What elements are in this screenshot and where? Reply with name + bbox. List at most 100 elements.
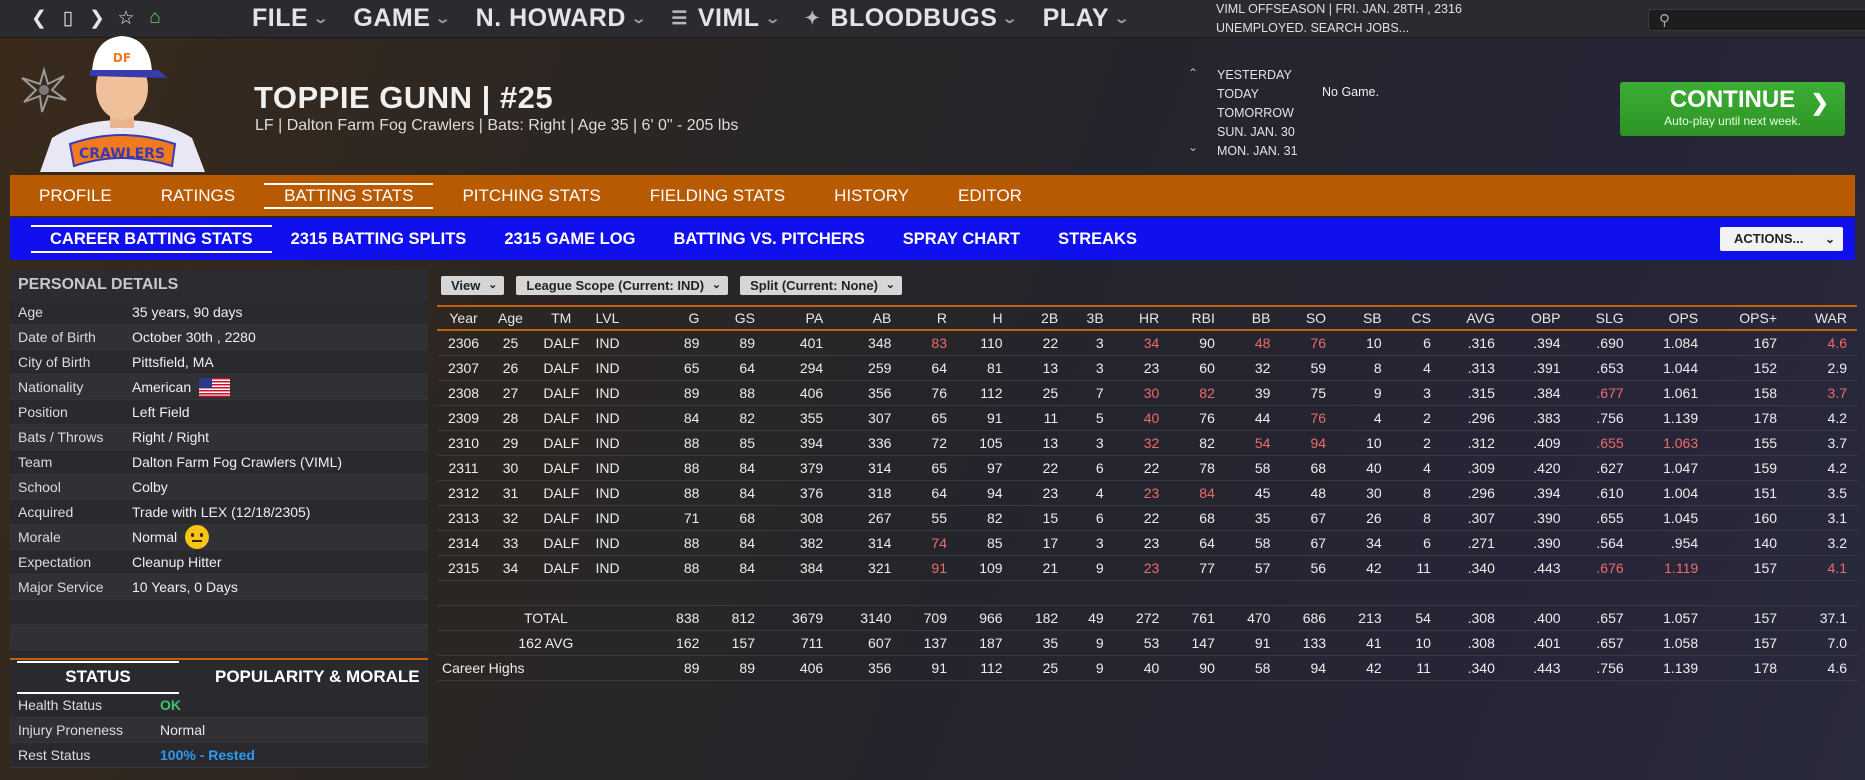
chevron-down-icon[interactable]: ⌄ (1188, 140, 1198, 154)
column-header[interactable]: OBP (1504, 305, 1571, 331)
table-row[interactable]: 2308 27 DALF IND 89 88 406 356 76 112 25 7 30 82 39 75 9… (437, 380, 1857, 406)
table-row[interactable]: 2314 33 DALF IND 88 84 382 314 74 85 17 3 23 64 58 67 34… (437, 530, 1857, 556)
table-cell: 22 (1113, 455, 1170, 481)
column-header[interactable]: SLG (1570, 305, 1634, 331)
tab-batting-stats[interactable]: BATTING STATS (264, 175, 434, 216)
column-header[interactable]: GS (709, 305, 765, 331)
column-header[interactable]: R (901, 305, 957, 331)
column-header[interactable]: BB (1224, 305, 1281, 331)
tab-status[interactable]: STATUS (17, 660, 179, 694)
table-cell: 40 (1113, 655, 1170, 681)
table-row[interactable]: 2309 28 DALF IND 84 82 355 307 65 91 11 5 40 76 44 76 4 2… (437, 405, 1857, 431)
column-header[interactable]: AB (833, 305, 902, 331)
tab-editor[interactable]: EDITOR (938, 175, 1042, 216)
column-header[interactable]: AVG (1440, 305, 1505, 331)
table-cell: 157 (1708, 630, 1788, 656)
actions-dropdown[interactable]: ACTIONS... ⌄ (1720, 227, 1843, 251)
column-header[interactable]: Year (437, 305, 490, 331)
tab-profile[interactable]: PROFILE (19, 175, 132, 216)
column-header[interactable]: 3B (1068, 305, 1114, 331)
table-cell: IND (590, 480, 654, 506)
tab-batting-splits[interactable]: 2315 BATTING SPLITS (272, 218, 486, 260)
totals-label: Career Highs (437, 655, 654, 681)
column-header[interactable]: OPS+ (1708, 305, 1788, 331)
table-row[interactable]: 2315 34 DALF IND 88 84 384 321 91 109 21 9 23 77 57 56 4… (437, 555, 1857, 581)
tab-career-batting-stats[interactable]: CAREER BATTING STATS (31, 218, 272, 260)
column-header[interactable]: WAR (1787, 305, 1857, 331)
column-header[interactable]: RBI (1169, 305, 1225, 331)
table-cell: .312 (1440, 430, 1505, 456)
tab-spray-chart[interactable]: SPRAY CHART (884, 218, 1039, 260)
menu-play[interactable]: PLAY ⌄ (1043, 4, 1130, 33)
column-header[interactable]: 2B (1012, 305, 1069, 331)
viml-logo-icon: ☰ (671, 8, 688, 28)
table-row[interactable]: 2312 31 DALF IND 88 84 376 318 64 94 23 4 23 84 45 48 30… (437, 480, 1857, 506)
detail-label: Expectation (18, 554, 92, 570)
column-header[interactable]: H (956, 305, 1013, 331)
tab-fielding-stats[interactable]: FIELDING STATS (630, 175, 805, 216)
schedule-day[interactable]: TODAY (1217, 85, 1298, 104)
table-cell: .653 (1570, 355, 1634, 381)
table-cell: .401 (1504, 630, 1571, 656)
schedule-day[interactable]: YESTERDAY (1217, 66, 1298, 85)
table-cell: 314 (833, 530, 902, 556)
column-header[interactable]: HR (1113, 305, 1170, 331)
tab-batting-vs-pitchers[interactable]: BATTING VS. PITCHERS (654, 218, 883, 260)
table-row[interactable]: 2311 30 DALF IND 88 84 379 314 65 97 22 6 22 78 58 68 40… (437, 455, 1857, 481)
column-header[interactable]: TM (530, 305, 591, 331)
table-row[interactable]: 2307 26 DALF IND 65 64 294 259 64 81 13 3 23 60 32 59 8 4… (437, 355, 1857, 381)
table-cell: 68 (1169, 505, 1225, 531)
column-header[interactable]: LVL (590, 305, 654, 331)
tab-game-log[interactable]: 2315 GAME LOG (485, 218, 654, 260)
table-cell: DALF (530, 505, 591, 531)
table-cell: 91 (901, 655, 957, 681)
table-cell: 91 (1224, 630, 1281, 656)
table-row[interactable]: 2306 25 DALF IND 89 89 401 348 83 110 22 3 34 90 48 76 1… (437, 330, 1857, 356)
chevron-up-icon[interactable]: ⌃ (1188, 66, 1198, 80)
table-cell: 78 (1169, 455, 1225, 481)
column-header[interactable]: SB (1336, 305, 1392, 331)
schedule-day[interactable]: TOMORROW (1217, 104, 1298, 123)
search-box[interactable]: ⚲ (1648, 9, 1865, 31)
empty-cell (1708, 580, 1788, 606)
empty-cell (709, 580, 765, 606)
detail-row-position: Position Left Field (10, 400, 428, 425)
column-header[interactable]: OPS (1633, 305, 1709, 331)
menu-manager[interactable]: N. HOWARD ⌄ (476, 4, 647, 33)
menu-game[interactable]: GAME ⌄ (353, 4, 451, 33)
league-scope-dropdown[interactable]: League Scope (Current: IND) ⌄ (516, 276, 729, 295)
table-cell: .627 (1570, 455, 1634, 481)
detail-row-acquired: Acquired Trade with LEX (12/18/2305) (10, 500, 428, 525)
column-header[interactable]: Age (489, 305, 531, 331)
table-cell: .657 (1570, 630, 1634, 656)
table-cell: 3.5 (1787, 480, 1857, 506)
job-status-link[interactable]: UNEMPLOYED. SEARCH JOBS... (1216, 19, 1462, 38)
menu-league[interactable]: ☰ VIML ⌄ (671, 4, 780, 33)
table-cell: 76 (1280, 405, 1337, 431)
tab-ratings[interactable]: RATINGS (141, 175, 255, 216)
table-cell: 11 (1391, 655, 1441, 681)
column-header[interactable]: CS (1391, 305, 1441, 331)
table-row[interactable]: 2313 32 DALF IND 71 68 308 267 55 82 15 6 22 68 35 67 26… (437, 505, 1857, 531)
schedule-day[interactable]: SUN. JAN. 30 (1217, 123, 1298, 142)
table-cell: 88 (653, 430, 710, 456)
tab-pitching-stats[interactable]: PITCHING STATS (442, 175, 620, 216)
tab-popularity-morale[interactable]: POPULARITY & MORALE (215, 667, 420, 687)
menu-file[interactable]: FILE ⌄ (252, 4, 329, 33)
table-row[interactable]: 2310 29 DALF IND 88 85 394 336 72 105 13 3 32 82 54 94 1… (437, 430, 1857, 456)
column-header[interactable]: PA (764, 305, 834, 331)
detail-value-team-link[interactable]: Dalton Farm Fog Crawlers (VIML) (132, 454, 342, 470)
column-header[interactable]: SO (1280, 305, 1337, 331)
table-cell: 406 (764, 380, 834, 406)
schedule-day[interactable]: MON. JAN. 31 (1217, 142, 1298, 161)
column-header[interactable]: G (653, 305, 710, 331)
tab-streaks[interactable]: STREAKS (1039, 218, 1156, 260)
view-dropdown[interactable]: View ⌄ (441, 276, 505, 295)
split-dropdown[interactable]: Split (Current: None) ⌄ (740, 276, 902, 295)
detail-label: Date of Birth (18, 329, 96, 345)
table-cell: 84 (1169, 480, 1225, 506)
continue-button[interactable]: CONTINUE Auto-play until next week. ❯ (1620, 82, 1845, 136)
table-cell: 58 (1224, 530, 1281, 556)
menu-team[interactable]: ✦ BLOODBUGS ⌄ (805, 4, 1019, 33)
tab-history[interactable]: HISTORY (814, 175, 929, 216)
